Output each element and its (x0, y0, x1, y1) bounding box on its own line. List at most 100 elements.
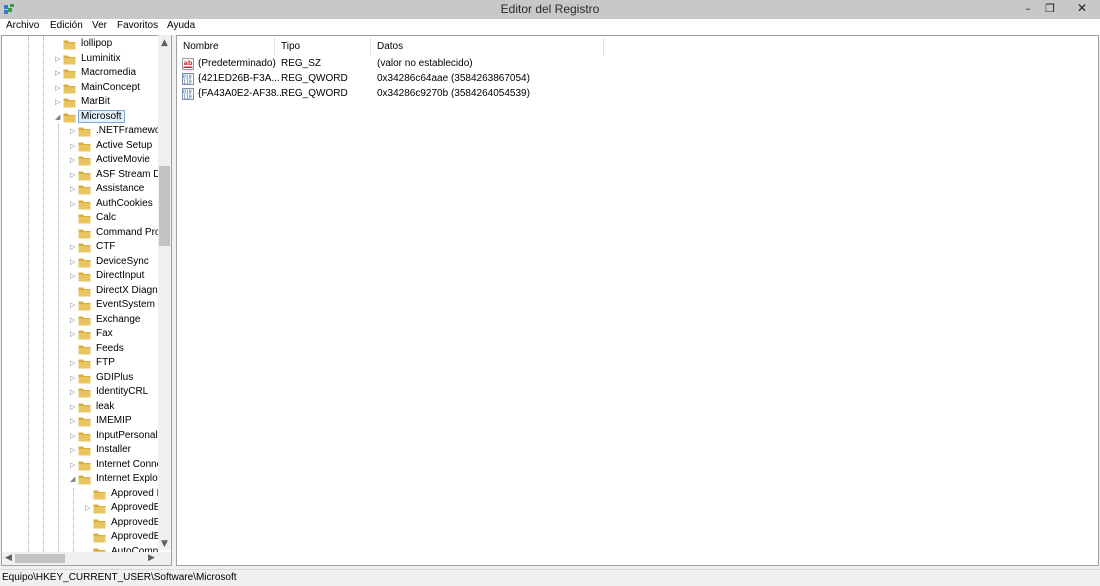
expand-arrow-icon[interactable]: ▷ (70, 374, 76, 382)
tree-item[interactable]: ▷ Fax (2, 327, 171, 342)
column-header-datos[interactable]: Datos (371, 38, 604, 56)
expand-arrow-icon[interactable]: ▷ (70, 200, 76, 208)
expand-arrow-icon[interactable]: ▷ (55, 99, 61, 106)
svg-text:110: 110 (183, 95, 192, 101)
tree-item[interactable]: ▷ Macromedia (2, 66, 171, 81)
expand-arrow-icon[interactable]: ▷ (70, 273, 76, 280)
expand-arrow-icon[interactable]: ▷ (70, 461, 76, 469)
tree-item[interactable]: ▷ ApprovedE (2, 501, 171, 516)
tree-item[interactable]: ▷ CTF (2, 240, 171, 255)
tree-item[interactable]: ▷ IdentityCRL (2, 385, 171, 400)
tree-item[interactable]: ▷ AuthCookies (2, 197, 171, 212)
expand-arrow-icon[interactable]: ▷ (70, 331, 76, 338)
value-row[interactable]: ab (Predeterminado) REG_SZ (valor no est… (177, 57, 777, 72)
scroll-thumb[interactable] (159, 166, 170, 246)
tree-item[interactable]: ▷ Installer (2, 443, 171, 458)
tree-item-label: CTF (96, 241, 116, 252)
expand-arrow-icon[interactable]: ▷ (70, 403, 76, 411)
tree-item[interactable]: ApprovedE (2, 530, 171, 545)
collapse-arrow-icon[interactable]: ◢ (55, 113, 61, 121)
registry-tree[interactable]: lollipop ▷ Luminitix ▷ Macromedia ▷ MainConcep… (1, 35, 172, 566)
column-header-tipo[interactable]: Tipo (275, 38, 371, 56)
tree-vertical-scrollbar[interactable]: ▲ ▼ (158, 35, 171, 550)
menu-ayuda[interactable]: Ayuda (167, 20, 195, 31)
expand-arrow-icon[interactable]: ▷ (70, 142, 76, 150)
expand-arrow-icon[interactable]: ▷ (70, 186, 76, 193)
tree-item[interactable]: Command Pro (2, 226, 171, 241)
expand-arrow-icon[interactable]: ▷ (70, 302, 76, 309)
expand-arrow-icon (70, 215, 76, 222)
tree-item[interactable]: ▷ DirectInput (2, 269, 171, 284)
minimize-button[interactable]: – (1018, 0, 1038, 19)
expand-arrow-icon[interactable]: ▷ (70, 128, 76, 135)
tree-item[interactable]: ▷ MainConcept (2, 81, 171, 96)
tree-item[interactable]: Calc (2, 211, 171, 226)
value-row[interactable]: 010 110 {FA43A0E2-AF38... REG_QWORD 0x34… (177, 87, 777, 102)
expand-arrow-icon[interactable]: ▷ (70, 258, 76, 266)
tree-item[interactable]: lollipop (2, 37, 171, 52)
expand-arrow-icon (85, 534, 91, 541)
tree-item[interactable]: ▷ GDIPlus (2, 371, 171, 386)
menu-ver[interactable]: Ver (92, 20, 107, 31)
tree-item[interactable]: ▷ ASF Stream De (2, 168, 171, 183)
expand-arrow-icon[interactable]: ▷ (70, 389, 76, 396)
expand-arrow-icon[interactable]: ▷ (70, 418, 76, 425)
scroll-up-icon[interactable]: ▲ (158, 37, 171, 50)
tree-item[interactable]: ▷ EventSystem (2, 298, 171, 313)
tree-horizontal-scrollbar[interactable]: ◀ ▶ (2, 552, 158, 565)
expand-arrow-icon (70, 288, 76, 295)
menu-archivo[interactable]: Archivo (6, 20, 39, 31)
tree-item[interactable]: ▷ FTP (2, 356, 171, 371)
folder-icon (78, 359, 91, 369)
expand-arrow-icon[interactable]: ▷ (85, 505, 91, 512)
scroll-down-icon[interactable]: ▼ (158, 538, 171, 551)
expand-arrow-icon[interactable]: ▷ (70, 157, 76, 164)
collapse-arrow-icon[interactable]: ◢ (70, 476, 76, 483)
expand-arrow-icon[interactable]: ▷ (70, 447, 76, 454)
scroll-thumb[interactable] (15, 554, 65, 563)
expand-arrow-icon[interactable]: ▷ (70, 316, 76, 324)
column-header-nombre[interactable]: Nombre (177, 38, 275, 56)
tree-item[interactable]: ▷ .NETFramewor (2, 124, 171, 139)
expand-arrow-icon[interactable]: ▷ (55, 84, 61, 92)
expand-arrow-icon[interactable]: ▷ (70, 171, 76, 179)
scroll-left-icon[interactable]: ◀ (2, 552, 15, 565)
tree-item[interactable]: ▷ DeviceSync (2, 255, 171, 270)
expand-arrow-icon[interactable]: ▷ (70, 360, 76, 367)
tree-item[interactable]: ▷ ActiveMovie (2, 153, 171, 168)
folder-icon (78, 185, 91, 195)
tree-item[interactable]: ApprovedE (2, 516, 171, 531)
tree-item[interactable]: ▷ Active Setup (2, 139, 171, 154)
tree-item-label: Approved E (111, 487, 164, 499)
expand-arrow-icon[interactable]: ▷ (70, 244, 76, 251)
maximize-button[interactable]: ❐ (1040, 0, 1060, 19)
value-type: REG_QWORD (281, 88, 348, 99)
expand-arrow-icon[interactable]: ▷ (55, 55, 61, 63)
tree-item[interactable]: DirectX Diagno (2, 284, 171, 299)
expand-arrow-icon[interactable]: ▷ (70, 432, 76, 440)
tree-item[interactable]: ▷ leak (2, 400, 171, 415)
tree-item[interactable]: ▷ Assistance (2, 182, 171, 197)
title-bar[interactable]: Editor del Registro – ❐ ✕ (0, 0, 1100, 19)
tree-item[interactable]: Approved E (2, 487, 171, 502)
tree-item[interactable]: ▷ Exchange (2, 313, 171, 328)
tree-item[interactable]: ◢ Internet Explor (2, 472, 171, 487)
tree-item[interactable]: Feeds (2, 342, 171, 357)
tree-item-label-selected: Microsoft (78, 109, 125, 123)
close-button[interactable]: ✕ (1066, 0, 1098, 19)
expand-arrow-icon[interactable]: ▷ (55, 70, 61, 77)
values-list[interactable]: Nombre Tipo Datos ab (Predeterminado) RE… (176, 35, 1099, 566)
tree-item-label: Fax (96, 328, 113, 339)
tree-item[interactable]: ▷ MarBit (2, 95, 171, 110)
tree-item[interactable]: ◢ Microsoft (2, 109, 171, 125)
tree-item[interactable]: ▷ Internet Conne (2, 458, 171, 473)
menu-bar: Archivo Edición Ver Favoritos Ayuda (0, 19, 1100, 35)
menu-edicion[interactable]: Edición (50, 20, 83, 31)
value-row[interactable]: 010 110 {421ED26B-F3A... REG_QWORD 0x342… (177, 72, 777, 87)
tree-item[interactable]: ▷ InputPersonali (2, 429, 171, 444)
scroll-right-icon[interactable]: ▶ (145, 552, 158, 565)
tree-item[interactable]: ▷ IMEMIP (2, 414, 171, 429)
window-title: Editor del Registro (500, 2, 600, 16)
menu-favoritos[interactable]: Favoritos (117, 20, 158, 31)
tree-item[interactable]: ▷ Luminitix (2, 52, 171, 67)
